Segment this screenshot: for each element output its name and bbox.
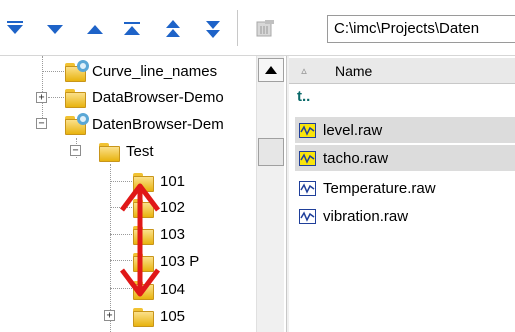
tree-node[interactable]: Test [98, 139, 154, 163]
expand-toggle[interactable]: + [104, 310, 115, 321]
tree-node-label: Curve_line_names [92, 62, 218, 80]
file-item[interactable]: vibration.raw [295, 203, 515, 229]
tree-node[interactable]: DataBrowser-Demo [64, 85, 224, 109]
file-label: Temperature.raw [323, 179, 436, 197]
toolbar-separator [237, 10, 238, 46]
folder-icon [132, 197, 154, 218]
tree-line [110, 234, 134, 235]
tree-line [110, 207, 134, 208]
file-label: vibration.raw [323, 207, 409, 225]
scrollbar-thumb[interactable] [258, 138, 284, 166]
raw-file-icon [299, 208, 316, 224]
tree-node[interactable]: 103 [132, 222, 185, 246]
tree-node-label: DatenBrowser-Dem [92, 115, 224, 133]
tree-node[interactable]: 105 [132, 304, 185, 328]
tree-line [110, 260, 134, 261]
tree-node[interactable]: 103 P [132, 249, 199, 273]
tree-node-label: 104 [160, 280, 186, 298]
tree-node-label: 103 P [160, 252, 200, 270]
path-field[interactable]: C:\imc\Projects\Daten [327, 15, 515, 43]
file-label: level.raw [323, 121, 383, 139]
move-down-icon[interactable] [44, 17, 66, 41]
file-label: tacho.raw [323, 149, 389, 167]
parent-folder-item[interactable]: t.. [297, 88, 310, 105]
search-folder-icon [64, 60, 89, 82]
raw-file-icon [299, 150, 316, 166]
folder-icon [132, 224, 154, 245]
folder-icon [132, 306, 154, 327]
tree-node-label: Test [126, 142, 154, 160]
folder-icon [132, 251, 154, 272]
tree-node[interactable]: DatenBrowser-Dem [64, 112, 224, 136]
chevron-up-icon [265, 66, 277, 74]
tree-node[interactable]: 104 [132, 277, 185, 301]
tree-node-label: 105 [160, 307, 186, 325]
tree-node[interactable]: Curve_line_names [64, 59, 217, 83]
raw-file-icon [299, 122, 316, 138]
scroll-up-button[interactable] [258, 58, 284, 82]
tree-node-label: 102 [160, 198, 186, 216]
page-down-icon[interactable] [202, 17, 224, 41]
file-item[interactable]: level.raw [295, 117, 515, 143]
file-item[interactable]: tacho.raw [295, 145, 515, 171]
tree-node[interactable]: 101 [132, 169, 185, 193]
tree-line [48, 97, 64, 98]
tree-node-label: 101 [160, 172, 186, 190]
collapse-toggle[interactable]: − [36, 118, 47, 129]
folder-icon [98, 141, 120, 162]
file-item[interactable]: Temperature.raw [295, 175, 515, 201]
sort-ascending-icon: ▵ [301, 65, 307, 77]
tree-line [110, 288, 134, 289]
search-folder-icon [64, 113, 89, 135]
tree-line [110, 164, 111, 332]
raw-file-icon [299, 180, 316, 196]
tree-scrollbar[interactable] [256, 56, 284, 332]
page-up-icon[interactable] [162, 17, 184, 41]
folder-icon [64, 87, 86, 108]
tree-node-label: DataBrowser-Demo [92, 88, 224, 106]
tree-line [42, 71, 64, 72]
move-bottom-icon[interactable] [4, 17, 26, 41]
tree-node[interactable]: 102 [132, 195, 185, 219]
collapse-toggle[interactable]: − [70, 145, 81, 156]
folder-icon [132, 279, 154, 300]
file-list: ▵ Name t.. level.raw tacho.raw Temperatu… [289, 56, 515, 332]
folder-tree: + − − + Curve_line_names DataBrowser-Dem… [0, 56, 287, 332]
expand-toggle[interactable]: + [36, 92, 47, 103]
column-header-label: Name [335, 62, 373, 79]
delete-icon[interactable] [254, 17, 276, 41]
tree-node-label: 103 [160, 225, 186, 243]
move-up-icon[interactable] [84, 17, 106, 41]
tree-line [110, 181, 134, 182]
move-top-icon[interactable] [121, 17, 143, 41]
column-header-name[interactable]: ▵ Name [289, 58, 515, 84]
toolbar: C:\imc\Projects\Daten [0, 0, 515, 56]
folder-icon [132, 171, 154, 192]
